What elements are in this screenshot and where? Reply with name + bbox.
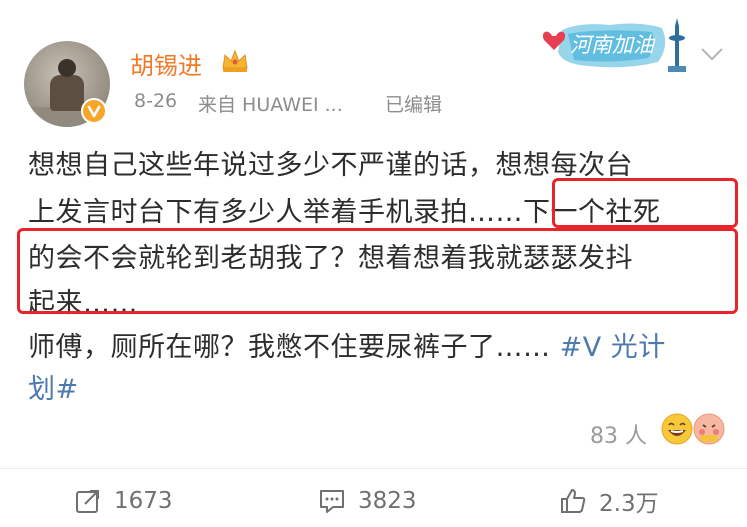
hashtag-link-continued[interactable]: 划#: [28, 367, 79, 406]
post-text-segment: 师傅，厕所在哪？我憋不住要尿裤子了……: [28, 332, 560, 363]
comment-icon: [320, 490, 344, 513]
post-source[interactable]: 来自 HUAWEI ...: [198, 90, 343, 117]
post-text-line: 想想自己这些年说过多少不严谨的话，想想每次台: [28, 150, 633, 181]
reaction-count[interactable]: 83 人: [590, 418, 647, 450]
tower-icon: [668, 18, 686, 72]
thumbs-up-icon: [561, 489, 586, 513]
chevron-down-icon[interactable]: [700, 46, 724, 62]
repost-icon: [76, 490, 99, 513]
sticker-text: 河南加油: [570, 33, 654, 57]
highlight-box: [17, 228, 738, 314]
post-text-line: 师傅，厕所在哪？我憋不住要尿裤子了…… #V 光计: [28, 325, 666, 364]
avatar-figure-body: [50, 75, 84, 111]
verified-badge-icon: [81, 98, 107, 124]
divider: [0, 468, 747, 469]
laughing-emoji-icon: [660, 412, 694, 446]
post-date: 8-26: [134, 90, 178, 112]
comment-button[interactable]: 3823: [318, 478, 417, 524]
like-count: 2.3万: [599, 491, 659, 517]
henan-sticker[interactable]: 河南加油: [540, 16, 690, 76]
repost-count: 1673: [114, 488, 173, 514]
like-button[interactable]: 2.3万: [559, 478, 659, 524]
repost-button[interactable]: 1673: [74, 478, 173, 524]
highlight-box: [552, 178, 738, 228]
crown-icon: [220, 46, 250, 76]
username[interactable]: 胡锡进: [130, 46, 202, 81]
avatar-figure-head: [58, 59, 76, 77]
hashtag-link[interactable]: #V 光计: [560, 332, 666, 363]
comment-count: 3823: [358, 488, 417, 514]
edited-label[interactable]: 已编辑: [385, 90, 442, 117]
shy-emoji-icon: [692, 412, 726, 446]
